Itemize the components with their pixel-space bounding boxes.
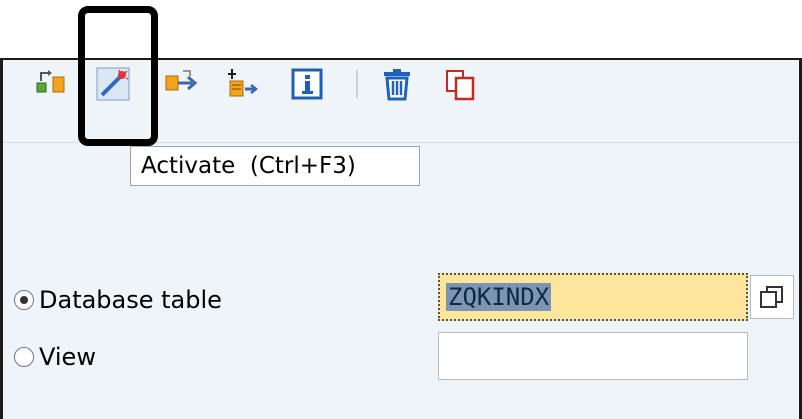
radio-database-table[interactable]: Database table xyxy=(14,280,222,320)
toolbar-divider xyxy=(356,70,358,98)
delete-icon[interactable] xyxy=(380,67,414,101)
radio-button-checked[interactable] xyxy=(14,290,34,310)
radio-view[interactable]: View xyxy=(14,337,96,377)
activate-tooltip: Activate (Ctrl+F3) xyxy=(130,146,420,186)
selected-text: ZQKINDX xyxy=(446,283,552,311)
copy-icon[interactable] xyxy=(444,67,478,101)
frame-border xyxy=(0,58,3,419)
info-icon[interactable] xyxy=(290,67,324,101)
view-input[interactable] xyxy=(438,332,748,380)
view-label: View xyxy=(39,343,96,371)
display-change-icon[interactable] xyxy=(34,67,68,101)
object-list-icon[interactable] xyxy=(224,67,258,101)
radio-button[interactable] xyxy=(14,347,34,367)
value-help-button[interactable] xyxy=(750,275,794,319)
database-table-label: Database table xyxy=(39,286,222,314)
where-used-icon[interactable] xyxy=(164,67,198,101)
value-help-icon xyxy=(760,286,783,308)
database-table-input[interactable]: ZQKINDX xyxy=(438,273,748,321)
highlight-frame xyxy=(78,6,158,146)
